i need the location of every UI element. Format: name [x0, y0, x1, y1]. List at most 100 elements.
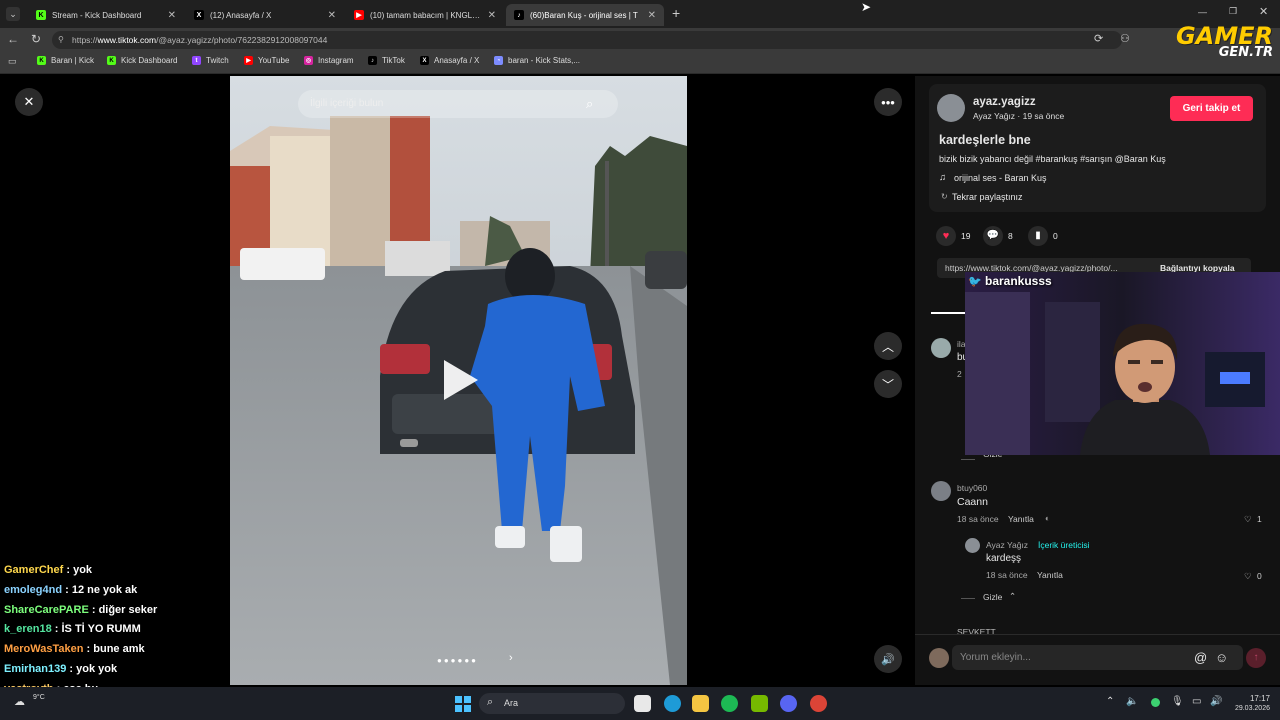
minimize-button[interactable]: — [1198, 7, 1207, 17]
comment-username[interactable]: btuy060 [957, 483, 987, 493]
chat-username: Emirhan139 [4, 663, 67, 675]
tray-chevron-icon[interactable]: ⌃ [1106, 696, 1114, 707]
previous-post-button[interactable]: ︿ [874, 332, 902, 360]
reply-username[interactable]: Ayaz Yağız [986, 540, 1028, 550]
twitch-icon: t [192, 56, 201, 65]
reading-list-icon[interactable]: ▭ [8, 56, 17, 67]
bookmark-item[interactable]: ◔ baran - Kick Stats,... [494, 56, 580, 65]
bookmark-item[interactable]: ♪ TikTok [368, 56, 405, 65]
stream-handle: barankusss [985, 274, 1052, 288]
taskbar-search[interactable]: ⌕ Ara [479, 693, 625, 714]
maximize-button[interactable]: ❐ [1229, 6, 1237, 17]
tab-4[interactable]: ♪ (60)Baran Kuş - orijinal ses | T ✕ [506, 4, 664, 26]
author-avatar[interactable] [937, 94, 965, 122]
file-explorer-icon[interactable] [692, 695, 709, 712]
close-tab-icon[interactable]: ✕ [488, 10, 496, 21]
creator-like-icon: ◐ [1045, 513, 1051, 523]
start-icon[interactable] [455, 696, 471, 712]
chrome-icon[interactable] [810, 695, 827, 712]
task-view-icon[interactable] [634, 695, 651, 712]
next-post-button[interactable]: ﹀ [874, 370, 902, 398]
discord-icon[interactable] [780, 695, 797, 712]
spotify-icon[interactable] [721, 695, 738, 712]
author-username[interactable]: ayaz.yagizz [973, 96, 1036, 108]
bookmark-item[interactable]: K Kick Dashboard [107, 56, 177, 65]
clock-date[interactable]: 29.03.2026 [1222, 705, 1270, 712]
reload-icon[interactable]: ↻ [31, 32, 41, 46]
bookmark-item[interactable]: ▶ YouTube [244, 56, 289, 65]
send-icon[interactable]: ↑ [1246, 648, 1266, 668]
browser-tab-bar: ⌄ K Stream - Kick Dashboard ✕ X (12) Anasayf… [0, 0, 1280, 28]
url-field[interactable]: ⚲ https://www.tiktok.com/@ayaz.yagizz/ph… [52, 31, 1122, 49]
site-info-icon[interactable]: ⚲ [58, 31, 64, 49]
bookmark-icon[interactable]: ▮ [1028, 226, 1048, 246]
close-tab-icon[interactable]: ✕ [648, 10, 656, 21]
comment-icon[interactable]: 💬 [983, 226, 1003, 246]
post-photo[interactable]: ●●●●●● › [230, 76, 687, 685]
reply-button[interactable]: Yanıtla [1008, 514, 1034, 524]
tab-list-chevron-icon[interactable]: ⌄ [6, 7, 20, 21]
search-icon[interactable]: ⌕ [586, 90, 593, 118]
speaker-icon[interactable]: 🔊 [1210, 696, 1222, 707]
sound-name[interactable]: orijinal ses - Baran Kuş [954, 173, 1047, 183]
bookmark-label: baran - Kick Stats,... [508, 56, 581, 65]
nvidia-icon[interactable] [751, 695, 768, 712]
comment-avatar[interactable] [931, 481, 951, 501]
close-tab-icon[interactable]: ✕ [168, 10, 176, 21]
tab-3[interactable]: ▶ (10) tamam babacım | KNGLRP - Y ✕ [346, 4, 504, 26]
reply-like-icon[interactable]: ♡ [1244, 571, 1252, 582]
weather-icon[interactable]: ☁ [14, 695, 25, 708]
clock-time[interactable]: 17:17 [1238, 694, 1270, 703]
hide-replies-button[interactable]: Gizle [983, 592, 1002, 602]
comment-time: 18 sa önce [957, 514, 999, 524]
instagram-icon: ◎ [304, 56, 313, 65]
repost-label[interactable]: Tekrar paylaştınız [952, 192, 1023, 202]
post-title: kardeşlerle bne [939, 133, 1031, 147]
photo-pagination-dots[interactable]: ●●●●●● [437, 656, 478, 665]
volume-button[interactable]: 🔊 [874, 645, 902, 673]
emoji-icon[interactable]: ☺ [1215, 650, 1228, 665]
close-window-button[interactable]: ✕ [1259, 5, 1268, 18]
tiktok-search-input[interactable]: İlgili içeriği bulun ⌕ [298, 90, 618, 118]
bookmark-item[interactable]: ◎ Instagram [304, 56, 354, 65]
play-icon[interactable] [442, 358, 480, 402]
search-placeholder: İlgili içeriği bulun [310, 98, 384, 109]
chat-username: GamerChef [4, 564, 64, 576]
music-note-icon: ♫ [939, 172, 947, 183]
volume-tray-icon[interactable]: 🔈 [1126, 696, 1138, 707]
mention-icon[interactable]: @ [1194, 650, 1207, 665]
extensions-icon[interactable]: ⟳ [1094, 32, 1103, 45]
tab-title: (60)Baran Kuş - orijinal ses | T [530, 10, 638, 20]
creator-badge: İçerik üreticisi [1038, 540, 1090, 550]
microphone-icon[interactable]: 🎙 [1171, 696, 1184, 707]
reply-like-count: 0 [1257, 571, 1262, 581]
reply-time: 18 sa önce [986, 570, 1028, 580]
close-tab-icon[interactable]: ✕ [328, 10, 336, 21]
profile-icon[interactable]: ⚇ [1120, 32, 1130, 45]
reply-button[interactable]: Yanıtla [1037, 570, 1063, 580]
bookmark-item[interactable]: K Baran | Kick [37, 56, 94, 65]
more-options-button[interactable]: ••• [874, 88, 902, 116]
youtube-icon: ▶ [244, 56, 253, 65]
reply-avatar[interactable] [965, 538, 980, 553]
comment-avatar[interactable] [931, 338, 951, 358]
close-viewer-button[interactable]: ✕ [15, 88, 43, 116]
chat-separator: : [63, 564, 74, 576]
like-icon[interactable]: ♥ [936, 226, 956, 246]
chevron-up-icon[interactable]: ⌃ [1009, 591, 1016, 602]
network-icon[interactable]: ▭ [1192, 696, 1201, 707]
back-icon[interactable]: ← [7, 32, 19, 46]
comment-username[interactable]: SEVKETT [957, 627, 996, 637]
tab-1[interactable]: K Stream - Kick Dashboard ✕ [28, 4, 184, 26]
bookmark-item[interactable]: t Twitch [192, 56, 229, 65]
new-tab-button[interactable]: + [672, 5, 680, 21]
chat-text: diğer seker [98, 603, 158, 616]
comment-like-icon[interactable]: ♡ [1244, 514, 1252, 525]
follow-back-button[interactable]: Geri takip et [1170, 96, 1253, 121]
edge-icon[interactable] [664, 695, 681, 712]
bookmark-item[interactable]: X Anasayfa / X [420, 56, 479, 65]
next-photo-icon[interactable]: › [509, 652, 513, 664]
tab-2[interactable]: X (12) Anasayfa / X ✕ [186, 4, 344, 26]
chat-separator: : [66, 663, 77, 675]
chat-message: GamerChef : yok [4, 564, 92, 576]
